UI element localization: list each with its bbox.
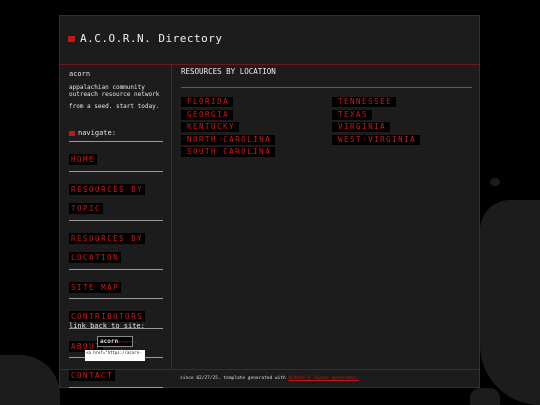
state-list-column-1: FLORIDA GEORGIA KENTUCKY NORTH CAROLINA … xyxy=(181,97,276,160)
state-link-kentucky[interactable]: KENTUCKY xyxy=(181,122,240,132)
site-footer: since 02/27/25. template generated with … xyxy=(60,369,479,388)
sidebar: acorn appalachian community outreach res… xyxy=(60,64,172,388)
footer-generator-link[interactable]: Kitteh's layout generator. xyxy=(288,376,358,381)
state-link-virginia[interactable]: VIRGINIA xyxy=(332,122,391,132)
site-header: A.C.O.R.N. Directory xyxy=(60,16,479,65)
site-tagline: from a seed. start today. xyxy=(69,103,160,110)
nav-item-label[interactable]: SITE MAP xyxy=(69,281,122,293)
background-splatter xyxy=(470,388,500,405)
state-link-tennessee[interactable]: TENNESSEE xyxy=(332,97,397,107)
page-heading: RESOURCES BY LOCATION xyxy=(181,67,276,76)
nav-heading: navigate: xyxy=(69,129,116,137)
nav-item-site-map[interactable]: SITE MAP xyxy=(69,268,163,299)
state-link-south-carolina[interactable]: SOUTH CAROLINA xyxy=(181,147,276,157)
nav-item-resources-by-topic[interactable]: RESOURCES BY TOPIC xyxy=(69,170,163,220)
background-splatter xyxy=(490,178,500,186)
page-container: A.C.O.R.N. Directory acorn appalachian c… xyxy=(59,15,480,388)
state-list-column-2: TENNESSEE TEXAS VIRGINIA WEST VIRGINIA xyxy=(332,97,421,147)
nav-item-label[interactable]: RESOURCES BY LOCATION xyxy=(69,232,146,263)
main-content: RESOURCES BY LOCATION FLORIDA GEORGIA KE… xyxy=(172,64,479,369)
acorn-bullet-icon xyxy=(68,36,75,42)
nav-item-home[interactable]: HOME xyxy=(69,141,163,171)
nav-item-label[interactable]: HOME xyxy=(69,154,98,165)
acorn-bullet-icon xyxy=(69,130,75,136)
state-link-north-carolina[interactable]: NORTH CAROLINA xyxy=(181,134,276,145)
link-back-heading: link back to site: xyxy=(69,322,145,330)
nav-item-label[interactable]: CONTRIBUTORS xyxy=(69,311,146,322)
nav-item-resources-by-location[interactable]: RESOURCES BY LOCATION xyxy=(69,219,163,269)
state-link-west-virginia[interactable]: WEST VIRGINIA xyxy=(332,134,421,145)
background-splatter xyxy=(0,355,60,405)
state-link-florida[interactable]: FLORIDA xyxy=(181,97,234,107)
site-description: appalachian community outreach resource … xyxy=(69,84,160,98)
badge-text: acorn xyxy=(100,338,119,345)
site-button-badge[interactable]: acorn directory xyxy=(97,336,137,347)
link-code-textarea[interactable]: <a href="https://acorn- xyxy=(85,350,145,361)
footer-text: since 02/27/25. template generated with xyxy=(180,376,286,381)
nav-item-label[interactable]: RESOURCES BY TOPIC xyxy=(69,183,146,214)
site-title[interactable]: A.C.O.R.N. Directory xyxy=(80,32,222,45)
state-link-georgia[interactable]: GEORGIA xyxy=(181,109,234,120)
nav-heading-label: navigate: xyxy=(78,129,116,137)
heading-divider xyxy=(181,87,472,88)
site-name: acorn xyxy=(69,70,91,78)
badge-subtext: directory xyxy=(118,340,137,344)
state-link-texas[interactable]: TEXAS xyxy=(332,109,373,120)
background-splatter xyxy=(480,200,540,405)
